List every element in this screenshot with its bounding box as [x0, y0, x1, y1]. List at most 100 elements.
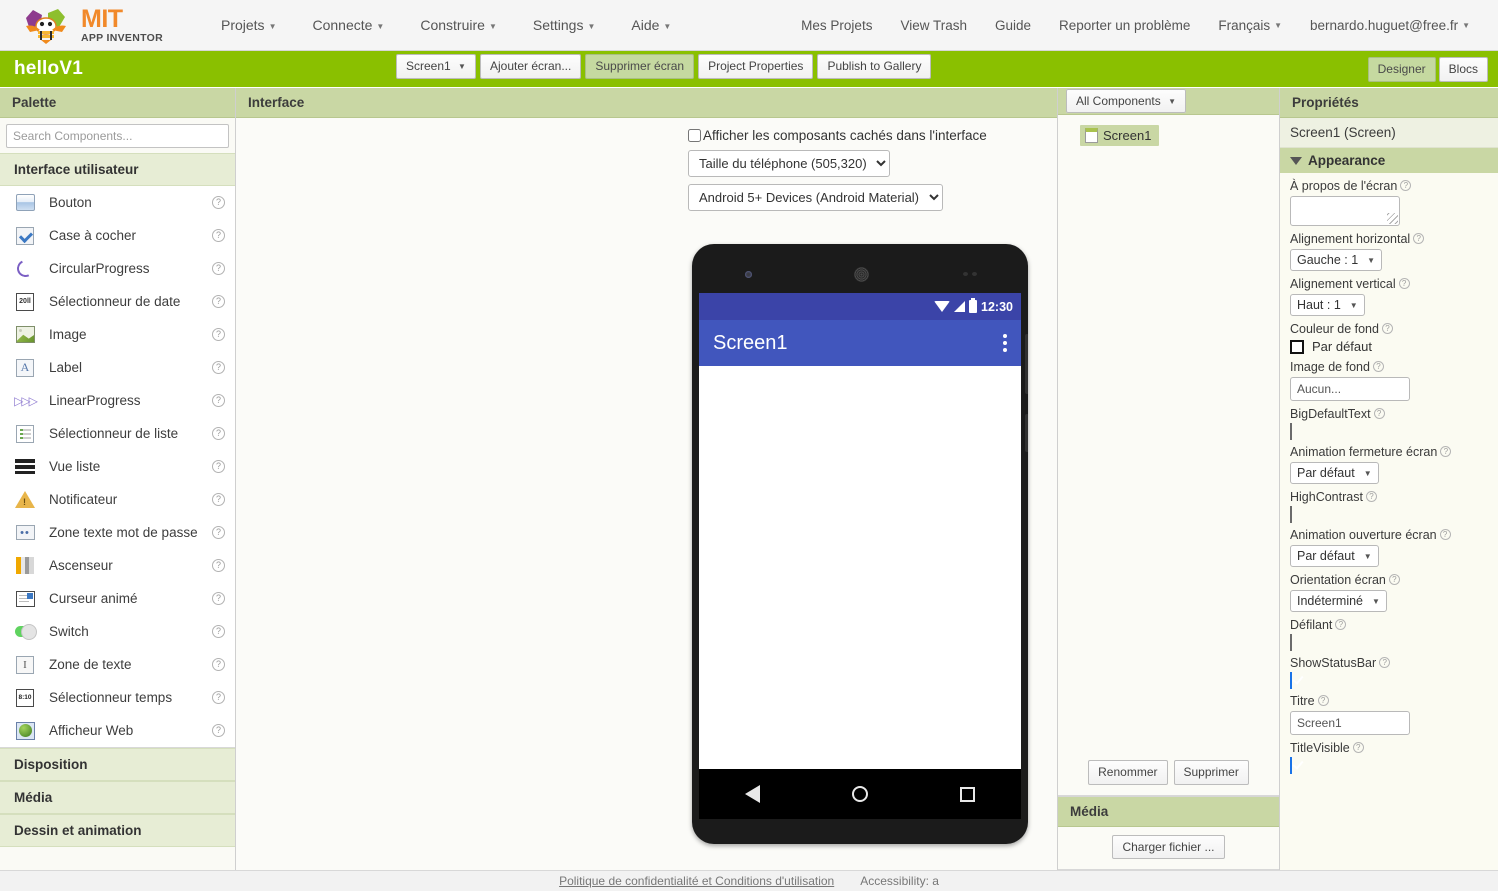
- add-screen-button[interactable]: Ajouter écran...: [479, 54, 582, 79]
- menu-item-projets[interactable]: Projets ▼: [203, 9, 295, 41]
- close-screen-animation-select[interactable]: Par défaut ▼: [1290, 462, 1379, 484]
- rename-component-button[interactable]: Renommer: [1088, 760, 1168, 785]
- help-icon[interactable]: ?: [212, 196, 225, 209]
- show-hidden-components-row[interactable]: Afficher les composants cachés dans l'in…: [688, 128, 987, 143]
- color-swatch[interactable]: [1290, 339, 1304, 354]
- palette-item-ascenseur[interactable]: Ascenseur ?: [0, 549, 235, 582]
- open-screen-animation-select[interactable]: Par défaut ▼: [1290, 545, 1379, 567]
- align-horizontal-select[interactable]: Gauche : 1 ▼: [1290, 249, 1383, 271]
- form-design-canvas[interactable]: [699, 366, 1021, 769]
- help-icon[interactable]: ?: [1413, 233, 1425, 244]
- publish-to-gallery-button[interactable]: Publish to Gallery: [817, 54, 932, 79]
- remove-screen-button[interactable]: Supprimer écran: [585, 54, 695, 79]
- help-icon[interactable]: ?: [212, 559, 225, 572]
- palette-item-bouton[interactable]: Bouton ?: [0, 186, 235, 219]
- help-icon[interactable]: ?: [1379, 657, 1391, 668]
- menu-item-construire[interactable]: Construire ▼: [402, 9, 515, 41]
- help-icon[interactable]: ?: [212, 526, 225, 539]
- help-icon[interactable]: ?: [212, 691, 225, 704]
- help-icon[interactable]: ?: [212, 394, 225, 407]
- bigdefaulttext-checkbox[interactable]: [1290, 423, 1292, 440]
- help-icon[interactable]: ?: [212, 460, 225, 473]
- help-icon[interactable]: ?: [212, 361, 225, 374]
- help-icon[interactable]: ?: [212, 262, 225, 275]
- background-image-input[interactable]: [1290, 377, 1410, 401]
- menu-item-guide[interactable]: Guide: [981, 10, 1045, 41]
- delete-component-button[interactable]: Supprimer: [1173, 760, 1249, 785]
- help-icon[interactable]: ?: [1352, 742, 1364, 753]
- palette-item-zone-texte-mot-de-passe[interactable]: •• Zone texte mot de passe ?: [0, 516, 235, 549]
- screen-selector-dropdown[interactable]: Screen1 ▼: [396, 54, 476, 79]
- palette-item-switch[interactable]: Switch ?: [0, 615, 235, 648]
- help-icon[interactable]: ?: [1388, 574, 1400, 585]
- palette-item-selectionneur-de-liste[interactable]: Sélectionneur de liste ?: [0, 417, 235, 450]
- showstatusbar-checkbox[interactable]: [1290, 672, 1292, 689]
- align-vertical-select[interactable]: Haut : 1 ▼: [1290, 294, 1365, 316]
- highcontrast-checkbox[interactable]: [1290, 506, 1292, 523]
- menu-item-account[interactable]: bernardo.huguet@free.fr ▼: [1296, 10, 1484, 41]
- help-icon[interactable]: ?: [1335, 619, 1347, 630]
- palette-item-label[interactable]: A Label ?: [0, 351, 235, 384]
- menu-item-connecte[interactable]: Connecte ▼: [294, 9, 402, 41]
- title-input[interactable]: [1290, 711, 1410, 735]
- help-icon[interactable]: ?: [1440, 446, 1452, 457]
- search-input[interactable]: [6, 124, 229, 148]
- help-icon[interactable]: ?: [212, 724, 225, 737]
- help-icon[interactable]: ?: [212, 493, 225, 506]
- phone-size-select[interactable]: Taille du téléphone (505,320): [688, 150, 890, 177]
- help-icon[interactable]: ?: [212, 625, 225, 638]
- help-icon[interactable]: ?: [1365, 491, 1377, 502]
- help-icon[interactable]: ?: [212, 658, 225, 671]
- palette-item-circularprogress[interactable]: CircularProgress ?: [0, 252, 235, 285]
- help-icon[interactable]: ?: [1400, 180, 1412, 191]
- titlevisible-checkbox[interactable]: [1290, 757, 1292, 774]
- properties-section-appearance[interactable]: Appearance: [1280, 148, 1498, 173]
- palette-item-notificateur[interactable]: Notificateur ?: [0, 483, 235, 516]
- designer-tab-button[interactable]: Designer: [1367, 56, 1436, 82]
- menu-item-language[interactable]: Français ▼: [1204, 10, 1296, 41]
- menu-item-settings[interactable]: Settings ▼: [515, 9, 614, 41]
- help-icon[interactable]: ?: [1317, 695, 1329, 706]
- palette-item-curseur-anime[interactable]: Curseur animé ?: [0, 582, 235, 615]
- menu-item-view-trash[interactable]: View Trash: [886, 10, 981, 41]
- help-icon[interactable]: ?: [212, 229, 225, 242]
- palette-category-user-interface[interactable]: Interface utilisateur: [0, 153, 235, 186]
- help-icon[interactable]: ?: [1373, 408, 1385, 419]
- phone-screen[interactable]: 12:30 Screen1: [699, 293, 1021, 769]
- kebab-menu-icon[interactable]: [1003, 334, 1007, 352]
- palette-category-media[interactable]: Média: [0, 781, 235, 814]
- help-icon[interactable]: ?: [1381, 323, 1393, 334]
- help-icon[interactable]: ?: [212, 592, 225, 605]
- app-inventor-logo[interactable]: MIT APP INVENTOR: [20, 6, 163, 44]
- show-hidden-components-checkbox[interactable]: [688, 129, 701, 142]
- menu-item-mes-projets[interactable]: Mes Projets: [787, 10, 886, 41]
- palette-category-disposition[interactable]: Disposition: [0, 748, 235, 781]
- help-icon[interactable]: ?: [212, 295, 225, 308]
- project-properties-button[interactable]: Project Properties: [698, 54, 814, 79]
- menu-item-aide[interactable]: Aide ▼: [613, 9, 689, 41]
- palette-item-linearprogress[interactable]: ▷▷▷ LinearProgress ?: [0, 384, 235, 417]
- screen-orientation-select[interactable]: Indéterminé ▼: [1290, 590, 1387, 612]
- device-theme-select[interactable]: Android 5+ Devices (Android Material): [688, 184, 943, 211]
- privacy-terms-link[interactable]: Politique de confidentialité et Conditio…: [559, 874, 834, 888]
- palette-item-vue-liste[interactable]: Vue liste ?: [0, 450, 235, 483]
- scrollable-checkbox[interactable]: [1290, 634, 1292, 651]
- help-icon[interactable]: ?: [212, 328, 225, 341]
- palette-item-selectionneur-de-date[interactable]: 20ll Sélectionneur de date ?: [0, 285, 235, 318]
- palette-category-dessin-et-animation[interactable]: Dessin et animation: [0, 814, 235, 847]
- palette-item-afficheur-web[interactable]: Afficheur Web ?: [0, 714, 235, 747]
- menu-item-report-issue[interactable]: Reporter un problème: [1045, 10, 1204, 41]
- palette-item-zone-de-texte[interactable]: I Zone de texte ?: [0, 648, 235, 681]
- help-icon[interactable]: ?: [1372, 361, 1384, 372]
- upload-file-button[interactable]: Charger fichier ...: [1112, 835, 1225, 859]
- palette-item-case-a-cocher[interactable]: Case à cocher ?: [0, 219, 235, 252]
- help-icon[interactable]: ?: [1439, 529, 1451, 540]
- blocks-tab-button[interactable]: Blocs: [1438, 56, 1488, 82]
- palette-item-image[interactable]: Image ?: [0, 318, 235, 351]
- components-filter-dropdown[interactable]: All Components ▼: [1066, 89, 1186, 113]
- help-icon[interactable]: ?: [1398, 278, 1410, 289]
- background-color-picker[interactable]: Par défaut: [1290, 339, 1488, 354]
- about-screen-textarea[interactable]: [1290, 196, 1400, 226]
- help-icon[interactable]: ?: [212, 427, 225, 440]
- tree-node-screen1[interactable]: Screen1: [1080, 125, 1160, 146]
